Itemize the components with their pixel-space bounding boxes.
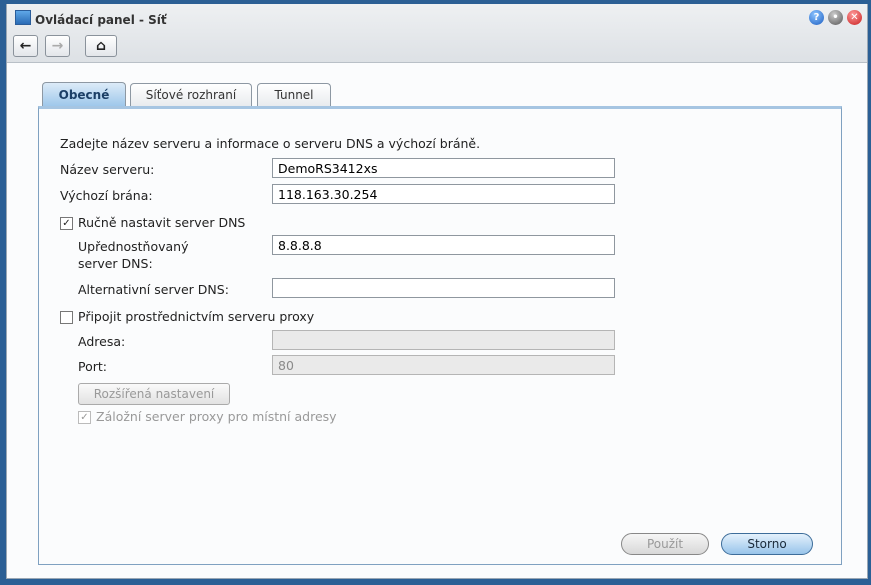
gateway-input[interactable] xyxy=(272,184,615,204)
bypass-proxy-checkbox[interactable]: ✓ xyxy=(78,411,91,424)
preferred-dns-input[interactable] xyxy=(272,235,615,255)
home-button[interactable]: ⌂ xyxy=(85,35,117,57)
title-bar: Ovládací panel - Síť ← → ⌂ ? • ✕ xyxy=(7,4,867,63)
intro-text: Zadejte název serveru a informace o serv… xyxy=(60,136,481,151)
tab-tunnel[interactable]: Tunnel xyxy=(257,83,331,106)
close-icon[interactable]: ✕ xyxy=(847,10,862,25)
tab-general[interactable]: Obecné xyxy=(42,82,126,107)
help-icon[interactable]: ? xyxy=(809,10,824,25)
manual-dns-checkbox[interactable]: ✓ xyxy=(60,217,73,230)
alt-dns-label: Alternativní server DNS: xyxy=(78,282,229,297)
minimize-icon[interactable]: • xyxy=(828,10,843,25)
network-app-icon xyxy=(15,10,31,25)
port-label: Port: xyxy=(78,359,107,374)
port-input[interactable] xyxy=(272,355,615,375)
general-panel: Zadejte název serveru a informace o serv… xyxy=(38,106,842,565)
address-label: Adresa: xyxy=(78,334,126,349)
server-name-input[interactable] xyxy=(272,158,615,178)
apply-button[interactable]: Použít xyxy=(621,533,709,555)
proxy-checkbox[interactable] xyxy=(60,311,73,324)
cancel-button[interactable]: Storno xyxy=(721,533,813,555)
address-input[interactable] xyxy=(272,330,615,350)
preferred-dns-label-2: server DNS: xyxy=(78,256,153,271)
control-panel-window: Ovládací panel - Síť ← → ⌂ ? • ✕ Obecné … xyxy=(6,4,868,579)
preferred-dns-label: Upřednostňovaný xyxy=(78,239,189,254)
manual-dns-label: Ručně nastavit server DNS xyxy=(78,215,246,230)
alt-dns-input[interactable] xyxy=(272,278,615,298)
forward-button[interactable]: → xyxy=(45,35,70,57)
server-name-label: Název serveru: xyxy=(60,162,155,177)
gateway-label: Výchozí brána: xyxy=(60,188,153,203)
advanced-settings-button[interactable]: Rozšířená nastavení xyxy=(78,383,230,405)
window-title: Ovládací panel - Síť xyxy=(35,13,167,27)
bypass-proxy-label: Záložní server proxy pro místní adresy xyxy=(96,409,337,424)
proxy-label: Připojit prostřednictvím serveru proxy xyxy=(78,309,315,324)
back-button[interactable]: ← xyxy=(13,35,38,57)
tab-network-interface[interactable]: Síťové rozhraní xyxy=(130,83,252,106)
